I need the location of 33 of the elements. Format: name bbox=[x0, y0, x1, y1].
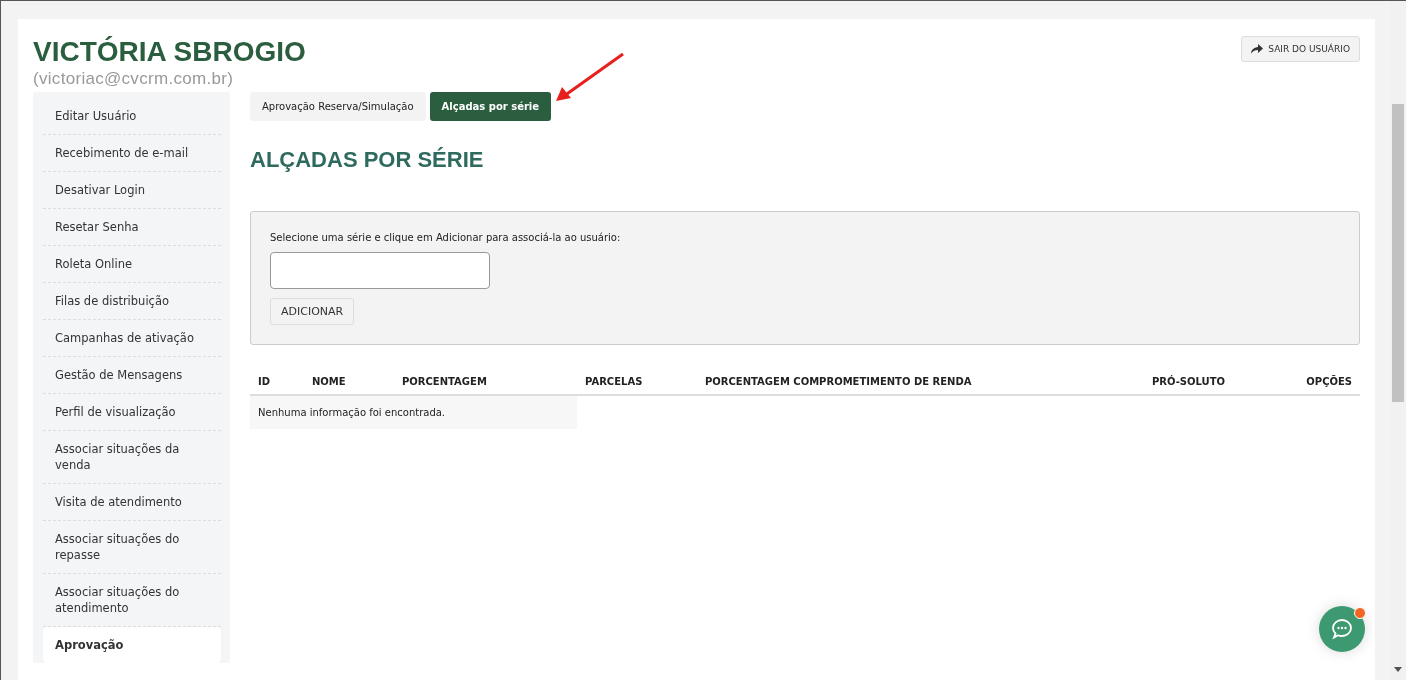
column-header: OPÇÕES bbox=[1305, 376, 1352, 387]
sidebar-item[interactable]: Associar situações da venda bbox=[43, 431, 221, 484]
tab[interactable]: Aprovação Reserva/Simulação bbox=[250, 92, 426, 121]
column-header: NOME bbox=[312, 376, 347, 387]
instruction-text: Selecione uma série e clique em Adicionar para associá-la ao usuário: bbox=[270, 232, 622, 243]
tab[interactable]: Alçadas por série bbox=[429, 92, 552, 121]
add-button[interactable]: ADICIONAR bbox=[270, 298, 355, 325]
page-heading: ALÇADAS POR SÉRIE bbox=[250, 147, 485, 173]
sidebar-item[interactable]: Associar situações do repasse bbox=[43, 521, 221, 574]
sidebar-item[interactable]: Editar Usuário bbox=[43, 98, 221, 135]
chat-bubble-icon bbox=[1331, 618, 1353, 640]
annotation-arrow bbox=[554, 52, 626, 104]
series-input-field[interactable] bbox=[270, 252, 490, 289]
sidebar-item[interactable]: Perfil de visualização bbox=[43, 394, 221, 431]
sidebar-item[interactable]: Roleta Online bbox=[43, 246, 221, 283]
user-email: (victoriac@cvcrm.com.br) bbox=[33, 68, 235, 90]
sidebar-item[interactable]: Visita de atendimento bbox=[43, 484, 221, 521]
sidebar-item[interactable]: Filas de distribuição bbox=[43, 283, 221, 320]
column-header: PARCELAS bbox=[585, 376, 644, 387]
column-header: PRÓ-SOLUTO bbox=[1152, 376, 1227, 387]
sidebar-item[interactable]: Recebimento de e-mail bbox=[43, 135, 221, 172]
user-name: VICTÓRIA SBROGIO bbox=[33, 36, 306, 68]
sidebar-item[interactable]: Aprovação bbox=[43, 627, 221, 663]
empty-message: Nenhuma informação foi encontrada. bbox=[250, 396, 577, 429]
column-header: ID bbox=[258, 376, 272, 387]
column-header: PORCENTAGEM COMPROMETIMENTO DE RENDA bbox=[705, 376, 973, 387]
sidebar-item[interactable]: Resetar Senha bbox=[43, 209, 221, 246]
sidebar-item[interactable]: Campanhas de ativação bbox=[43, 320, 221, 357]
sidebar-item[interactable]: Gestão de Mensagens bbox=[43, 357, 221, 394]
sidebar-item[interactable]: Desativar Login bbox=[43, 172, 221, 209]
column-header: PORCENTAGEM bbox=[402, 376, 488, 387]
logout-button[interactable]: SAIR DO USUÁRIO bbox=[1241, 36, 1360, 62]
share-arrow-icon bbox=[1251, 44, 1264, 54]
